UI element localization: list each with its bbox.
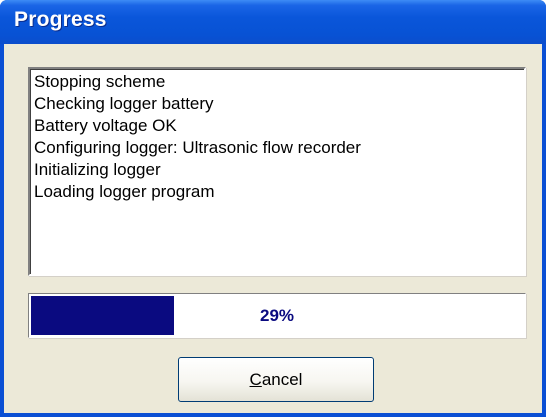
cancel-button-mnemonic: C <box>249 369 262 389</box>
cancel-button-label: ancel <box>261 369 303 389</box>
log-line: Battery voltage OK <box>34 116 177 135</box>
title-bar[interactable]: Progress <box>0 0 546 44</box>
log-line: Initializing logger <box>34 160 161 179</box>
progress-dialog: Progress Stopping scheme Checking logger… <box>0 0 546 417</box>
dialog-body: Stopping scheme Checking logger battery … <box>4 44 542 413</box>
log-line: Loading logger program <box>34 182 215 201</box>
status-log[interactable]: Stopping scheme Checking logger battery … <box>28 67 526 276</box>
log-line: Stopping scheme <box>34 72 166 91</box>
log-line: Configuring logger: Ultrasonic flow reco… <box>34 138 361 157</box>
progress-bar: 29% <box>28 293 526 338</box>
progress-percent: 29% <box>259 305 295 325</box>
cancel-button[interactable]: Cancel <box>178 357 374 402</box>
log-line: Checking logger battery <box>34 94 214 113</box>
window-title: Progress <box>14 8 107 31</box>
